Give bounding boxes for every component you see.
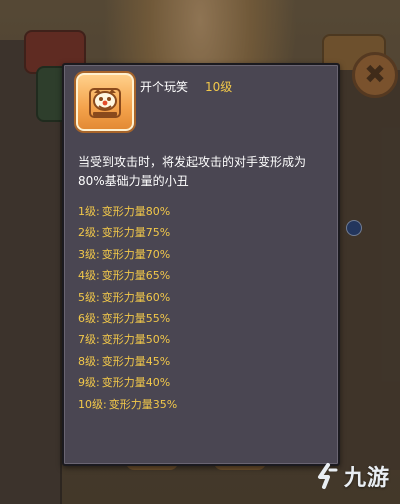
level-label: 6级: (78, 311, 100, 325)
level-effect: 变形力量60% (101, 290, 171, 304)
level-effect: 变形力量80% (101, 205, 171, 218)
level-effect: 变形力量55% (101, 311, 171, 325)
watermark: 九游 (314, 460, 390, 492)
level-effect-row: 10级: 变形力量35% (78, 394, 177, 415)
level-effect-row: 8级: 变形力量45% (78, 351, 177, 372)
skill-description: 当受到攻击时，将发起攻击的对手变形成为 80%基础力量的小丑 (78, 155, 307, 188)
level-label: 4级: (78, 269, 100, 283)
level-effect: 变形力量40% (101, 376, 171, 390)
skill-tooltip: 开个玩笑 10级 当受到攻击时，将发起攻击的对手变形成为 80%基础力量的小丑 … (62, 63, 340, 466)
level-label: 8级: (78, 354, 100, 368)
level-effect-row: 2级: 变形力量75% (78, 222, 177, 243)
level-label: 10级: (78, 397, 107, 411)
level-label: 9级: (78, 376, 100, 390)
level-label: 2级: (78, 226, 100, 240)
skill-level: 10级 (205, 80, 233, 94)
jiuyou-logo-icon (317, 463, 338, 489)
level-effect: 变形力量45% (101, 354, 171, 368)
level-label: 7级: (78, 333, 100, 347)
level-label: 5级: (78, 290, 100, 304)
level-label: 3级: (78, 247, 100, 261)
level-effect: 变形力量70% (101, 247, 171, 261)
clown-mask-icon (76, 73, 134, 131)
level-effect-row: 5级: 变形力量60% (78, 287, 177, 308)
level-effect: 变形力量35% (108, 397, 178, 411)
watermark-text: 九游 (343, 466, 390, 491)
level-effect-row: 6级: 变形力量55% (78, 308, 177, 329)
level-label: 1级: (78, 205, 100, 218)
level-effect-list: 1级: 变形力量80% 2级: 变形力量75% 3级: 变形力量70% 4级: 变形力量… (78, 201, 177, 415)
level-effect-row: 7级: 变形力量50% (78, 329, 177, 350)
level-effect: 变形力量50% (101, 333, 171, 347)
level-effect: 变形力量75% (101, 226, 171, 240)
level-effect-row: 3级: 变形力量70% (78, 244, 177, 265)
skill-name: 开个玩笑 (140, 80, 189, 94)
level-effect-row: 4级: 变形力量65% (78, 265, 177, 286)
level-effect-row: 9级: 变形力量40% (78, 372, 177, 393)
level-effect: 变形力量65% (101, 269, 171, 283)
level-effect-row: 1级: 变形力量80% (78, 201, 177, 222)
